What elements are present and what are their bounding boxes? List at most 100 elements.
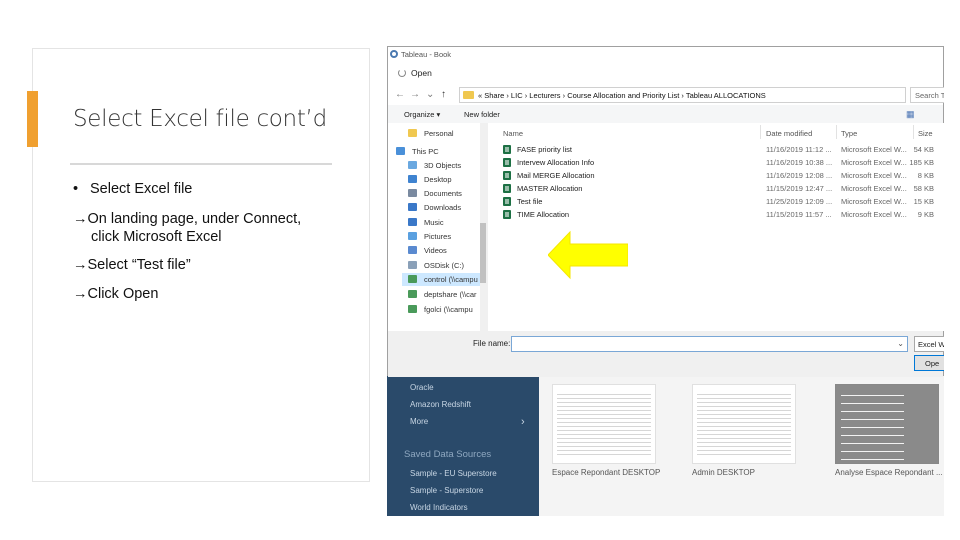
app-titlebar: Tableau - Book <box>388 47 943 63</box>
sidebar-item[interactable]: Documents <box>402 187 482 200</box>
sidebar-item[interactable]: 3D Objects <box>402 159 482 172</box>
column-header-name[interactable]: Name <box>503 129 523 138</box>
file-date: 11/15/2019 11:57 ... <box>766 210 832 219</box>
file-date: 11/16/2019 12:08 ... <box>766 171 833 180</box>
desktop-icon <box>408 175 417 183</box>
workbook-thumbnail[interactable] <box>835 384 939 464</box>
sidebar-item-label: Downloads <box>424 203 462 212</box>
excel-file-icon <box>503 184 511 193</box>
pictures-icon <box>408 232 417 240</box>
connect-item-more[interactable]: More <box>410 417 428 426</box>
dialog-footer: File name: ⌄ Excel Wo Ope <box>388 331 944 377</box>
file-row[interactable]: TIME Allocation 11/15/2019 11:57 ... Micro… <box>488 208 944 221</box>
chevron-right-icon[interactable]: › <box>521 416 525 428</box>
tableau-connect-pane: Oracle Amazon Redshift More › Saved Data… <box>387 376 539 516</box>
sidebar-item-label: Pictures <box>424 232 452 241</box>
cube-icon <box>408 161 417 169</box>
saved-data-sources-header: Saved Data Sources <box>404 449 492 460</box>
sidebar-item[interactable]: This PC <box>390 145 470 158</box>
open-button-label: Ope <box>925 359 940 368</box>
sidebar-item[interactable]: control (\\campu <box>402 273 482 286</box>
file-row[interactable]: Intervew Allocation Info 11/16/2019 10:38… <box>488 156 944 169</box>
file-size: 9 KB <box>917 210 934 219</box>
organize-button[interactable]: Organize ▾ <box>404 110 440 119</box>
step-text: On landing page, under Connect, <box>87 211 302 227</box>
tableau-workbooks-area: Espace Repondant DESKTOP Admin DESKTOP A… <box>539 376 944 516</box>
sidebar-item[interactable]: deptshare (\\car <box>402 288 482 301</box>
bullet-text: Select Excel file <box>90 181 193 197</box>
workbook-thumbnail[interactable] <box>692 384 796 464</box>
filename-input[interactable]: ⌄ <box>511 336 908 352</box>
file-name: Test file <box>517 197 543 206</box>
saved-source-world-indicators[interactable]: World Indicators <box>410 503 468 512</box>
sidebar-item[interactable]: Personal <box>402 127 482 140</box>
filetype-select[interactable]: Excel Wo <box>914 336 944 352</box>
sidebar-item[interactable]: Downloads <box>402 201 482 214</box>
network-drive-icon <box>408 305 417 313</box>
file-size: 15 KB <box>913 197 934 206</box>
file-name: Mail MERGE Allocation <box>517 171 595 180</box>
column-header-size[interactable]: Size <box>918 129 933 138</box>
column-header-type[interactable]: Type <box>841 129 857 138</box>
sidebar-item-label: deptshare (\\car <box>424 290 477 299</box>
file-row[interactable]: FASE priority list 11/16/2019 11:12 ... Mi… <box>488 143 944 156</box>
search-placeholder: Search Ta <box>915 91 944 100</box>
workbook-label[interactable]: Espace Repondant DESKTOP <box>552 468 660 477</box>
arrow-icon: → <box>73 286 88 302</box>
sidebar-item-label: Music <box>424 218 444 227</box>
sidebar-item[interactable]: Desktop <box>402 173 482 186</box>
sidebar-item[interactable]: OSDisk (C:) <box>402 259 482 272</box>
open-file-dialog: Tableau - Book Open ← → ⌄ ↑ « Share › LI… <box>387 46 944 377</box>
sidebar-item-label: fgolci (\\campu <box>424 305 473 314</box>
sidebar-item-label: 3D Objects <box>424 161 462 170</box>
dialog-title: Open <box>411 68 432 78</box>
file-row[interactable]: Mail MERGE Allocation 11/16/2019 12:08 ..… <box>488 169 944 182</box>
file-list: Name Date modified Type Size FASE priori… <box>488 123 944 331</box>
recent-locations-chevron-icon[interactable]: ⌄ <box>426 89 434 100</box>
navigation-pane: Personal This PC 3D Objects Desktop Document… <box>388 123 482 331</box>
saved-source-eu-superstore[interactable]: Sample - EU Superstore <box>410 469 497 478</box>
workbook-label[interactable]: Analyse Espace Repondant ... <box>835 468 943 477</box>
sidebar-item[interactable]: Videos <box>402 244 482 257</box>
saved-source-superstore[interactable]: Sample - Superstore <box>410 486 483 495</box>
excel-file-icon <box>503 158 511 167</box>
navigation-scrollbar[interactable] <box>480 123 486 331</box>
up-arrow-icon[interactable]: ↑ <box>441 89 446 100</box>
connect-item-amazon-redshift[interactable]: Amazon Redshift <box>410 400 471 409</box>
workbook-label[interactable]: Admin DESKTOP <box>692 468 755 477</box>
back-arrow-icon[interactable]: ← <box>395 89 405 100</box>
command-bar: Organize ▾ New folder ▦ <box>388 105 943 123</box>
search-input[interactable]: Search Ta <box>910 87 944 103</box>
file-row[interactable]: MASTER Allocation 11/15/2019 12:47 ... Mic… <box>488 182 944 195</box>
workbook-thumbnail[interactable] <box>552 384 656 464</box>
highlight-arrow-shape <box>548 230 628 280</box>
sidebar-item[interactable]: Music <box>402 216 482 229</box>
forward-arrow-icon[interactable]: → <box>410 89 420 100</box>
folder-icon <box>408 129 417 137</box>
drive-icon <box>408 261 417 269</box>
file-date: 11/25/2019 12:09 ... <box>766 197 833 206</box>
title-divider <box>70 163 332 165</box>
column-header-date[interactable]: Date modified <box>766 129 812 138</box>
new-folder-button[interactable]: New folder <box>464 110 500 119</box>
column-separator <box>760 125 761 139</box>
arrow-icon: → <box>73 257 88 273</box>
documents-icon <box>408 189 417 197</box>
sidebar-item[interactable]: fgolci (\\campu <box>402 303 482 316</box>
videos-icon <box>408 246 417 254</box>
scrollbar-thumb[interactable] <box>480 223 486 283</box>
chevron-down-icon[interactable]: ⌄ <box>897 339 904 348</box>
view-options-icon[interactable]: ▦ <box>906 109 915 120</box>
sidebar-item-label: OSDisk (C:) <box>424 261 464 270</box>
excel-file-icon <box>503 145 511 154</box>
excel-file-icon <box>503 210 511 219</box>
bullet-item: • Select Excel file <box>73 180 192 198</box>
open-button[interactable]: Ope <box>914 355 944 371</box>
filetype-value: Excel Wo <box>918 340 944 349</box>
address-bar[interactable]: « Share › LIC › Lecturers › Course Alloc… <box>459 87 906 103</box>
sidebar-item[interactable]: Pictures <box>402 230 482 243</box>
connect-item-oracle[interactable]: Oracle <box>410 383 434 392</box>
folder-icon <box>463 91 474 99</box>
address-path[interactable]: « Share › LIC › Lecturers › Course Alloc… <box>478 91 766 100</box>
file-row[interactable]: Test file 11/25/2019 12:09 ... Microsoft E… <box>488 195 944 208</box>
